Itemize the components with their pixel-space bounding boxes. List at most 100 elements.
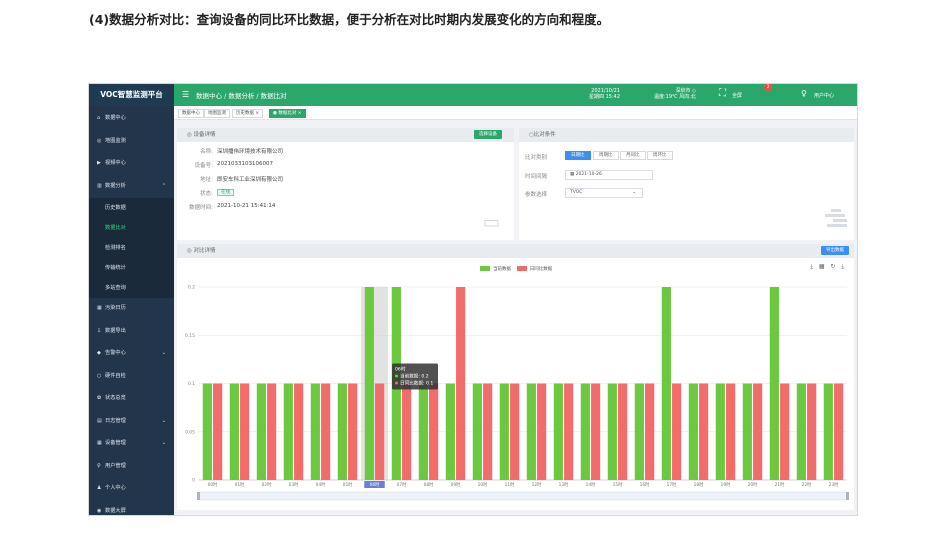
sidebar-item-10[interactable]: ⇩ 数据导出 (89, 321, 174, 341)
bar-current[interactable] (607, 383, 617, 481)
bar-yoy[interactable] (753, 383, 763, 481)
sidebar-item-6[interactable]: 检测排名 (89, 238, 174, 258)
bar-yoy[interactable] (348, 383, 358, 481)
sidebar-item-label: 传输统计 (105, 265, 126, 271)
bar-current[interactable] (823, 383, 833, 481)
bar-yoy[interactable] (321, 383, 331, 481)
tab-1[interactable]: 地图监测 (204, 109, 230, 118)
sidebar-item-5[interactable]: 数据比对 (89, 218, 174, 238)
sidebar-item-14[interactable]: ▤ 日志管理 ⌄ (89, 411, 174, 431)
bar-yoy[interactable] (267, 383, 277, 481)
tab-3[interactable]: ● 数据比对 × (269, 109, 306, 118)
bar-yoy[interactable] (456, 287, 466, 480)
bar-yoy[interactable] (672, 383, 682, 481)
notification-badge[interactable]: 2 (764, 84, 772, 91)
bar-yoy[interactable] (240, 383, 250, 481)
sidebar-item-0[interactable]: ⌂ 数据中心 (89, 108, 174, 128)
sidebar-item-label: 历史数据 (105, 205, 126, 211)
bar-yoy[interactable] (780, 383, 790, 481)
bar-yoy[interactable] (645, 383, 655, 481)
bar-yoy[interactable] (510, 383, 520, 481)
sidebar-item-8[interactable]: 多站查询 (89, 278, 174, 298)
bar-yoy[interactable] (213, 383, 223, 481)
tab-0[interactable]: 数据中心 (178, 109, 204, 118)
zoom-handle-left[interactable] (197, 492, 200, 500)
sidebar-item-15[interactable]: ▦ 设备管理 ⌄ (89, 433, 174, 453)
bar-current[interactable] (796, 383, 806, 481)
type-week-option[interactable]: 周环比 (647, 151, 673, 160)
bar-yoy[interactable] (726, 383, 736, 481)
sidebar-item-11[interactable]: ◆ 告警中心 ⌄ (89, 343, 174, 363)
bar-yoy[interactable] (834, 383, 844, 481)
menu-toggle-icon[interactable]: ☰ (182, 90, 189, 99)
chart-toolbox[interactable]: ⤓ ▦ ↻ ⤓ (810, 263, 846, 271)
export-data-button[interactable]: 导出数据 (821, 246, 849, 255)
sidebar-item-13[interactable]: ✿ 状态总览 (89, 388, 174, 408)
bar-current[interactable] (688, 383, 698, 481)
bar-current[interactable] (661, 287, 671, 480)
zoom-handle-right[interactable] (846, 492, 849, 500)
bar-current[interactable] (283, 383, 293, 481)
type-period-option[interactable]: 周期比 (593, 151, 619, 160)
home-icon: ⌂ (97, 115, 101, 121)
bar-current[interactable] (553, 383, 563, 481)
bar-current[interactable] (337, 383, 347, 481)
user-center-link[interactable]: 用户中心 (814, 92, 834, 99)
tab-2[interactable]: 历史数据 × (232, 109, 264, 118)
bar-current[interactable] (418, 383, 428, 481)
legend-current[interactable]: 当前数据 (480, 266, 511, 272)
bar-current[interactable] (769, 287, 779, 480)
bar-current[interactable] (580, 383, 590, 481)
app-logo-title[interactable]: VOC智慧监测平台 (89, 84, 174, 106)
sidebar-item-4[interactable]: 历史数据 (89, 198, 174, 218)
bar-current[interactable] (445, 383, 455, 481)
bar-yoy[interactable] (537, 383, 547, 481)
tooltip-yoy-dot (395, 381, 398, 385)
x-tick-label: 10时 (478, 481, 488, 488)
bar-yoy[interactable] (807, 383, 817, 481)
x-tick-label: 11时 (505, 481, 515, 488)
bar-current[interactable] (229, 383, 239, 481)
bar-current[interactable] (715, 383, 725, 481)
select-device-button[interactable]: 选择设备 (474, 130, 502, 139)
sidebar-item-16[interactable]: ♀ 用户管理 (89, 456, 174, 476)
sidebar-item-7[interactable]: 传输统计 (89, 258, 174, 278)
bar-yoy[interactable] (294, 383, 304, 481)
bar-current[interactable] (526, 383, 536, 481)
type-day-option[interactable]: 日期比 (565, 151, 591, 160)
sidebar-item-9[interactable]: ▦ 污染日历 (89, 298, 174, 318)
bar-yoy[interactable] (429, 383, 439, 481)
bar-yoy[interactable] (699, 383, 709, 481)
data-zoom-slider[interactable] (198, 491, 848, 501)
param-select[interactable]: TVOC ⌄ (565, 188, 643, 198)
fullscreen-label[interactable]: 全屏 (732, 92, 742, 99)
bar-current[interactable] (742, 383, 752, 481)
sidebar-item-2[interactable]: ▶ 视频中心 (89, 153, 174, 173)
bar-yoy[interactable] (402, 383, 412, 481)
bar-current[interactable] (472, 383, 482, 481)
sidebar-item-label: 数据分析 (105, 182, 126, 189)
sidebar-item-12[interactable]: ○ 硬件自检 (89, 366, 174, 386)
bar-current[interactable] (202, 383, 212, 481)
x-tick-label: 22时 (802, 481, 812, 488)
legend-yoy[interactable]: 日同比数据 (516, 266, 552, 272)
date-picker[interactable]: ▦ 2021-10-26 (565, 170, 653, 180)
bar-yoy[interactable] (564, 383, 574, 481)
bar-current[interactable] (634, 383, 644, 481)
sidebar-item-1[interactable]: ◎ 地图监测 (89, 131, 174, 151)
sidebar-item-17[interactable]: ♟ 个人中心 (89, 478, 174, 498)
bar-current[interactable] (364, 287, 374, 480)
bar-yoy[interactable] (618, 383, 628, 481)
user-icon[interactable]: ♀ (801, 89, 807, 98)
sidebar-item-3[interactable]: ▥ 数据分析 ⌃ (89, 176, 174, 196)
type-month-option[interactable]: 月同比 (620, 151, 646, 160)
users-icon: ♀ (97, 462, 101, 469)
sidebar-item-18[interactable]: ◉ 数据大屏 (89, 501, 174, 516)
bar-current[interactable] (310, 383, 320, 481)
bar-current[interactable] (256, 383, 266, 481)
bar-yoy[interactable] (591, 383, 601, 481)
bar-yoy[interactable] (375, 383, 385, 481)
fullscreen-icon[interactable]: ⛶ (719, 89, 726, 99)
bar-current[interactable] (499, 383, 509, 481)
bar-yoy[interactable] (483, 383, 493, 481)
